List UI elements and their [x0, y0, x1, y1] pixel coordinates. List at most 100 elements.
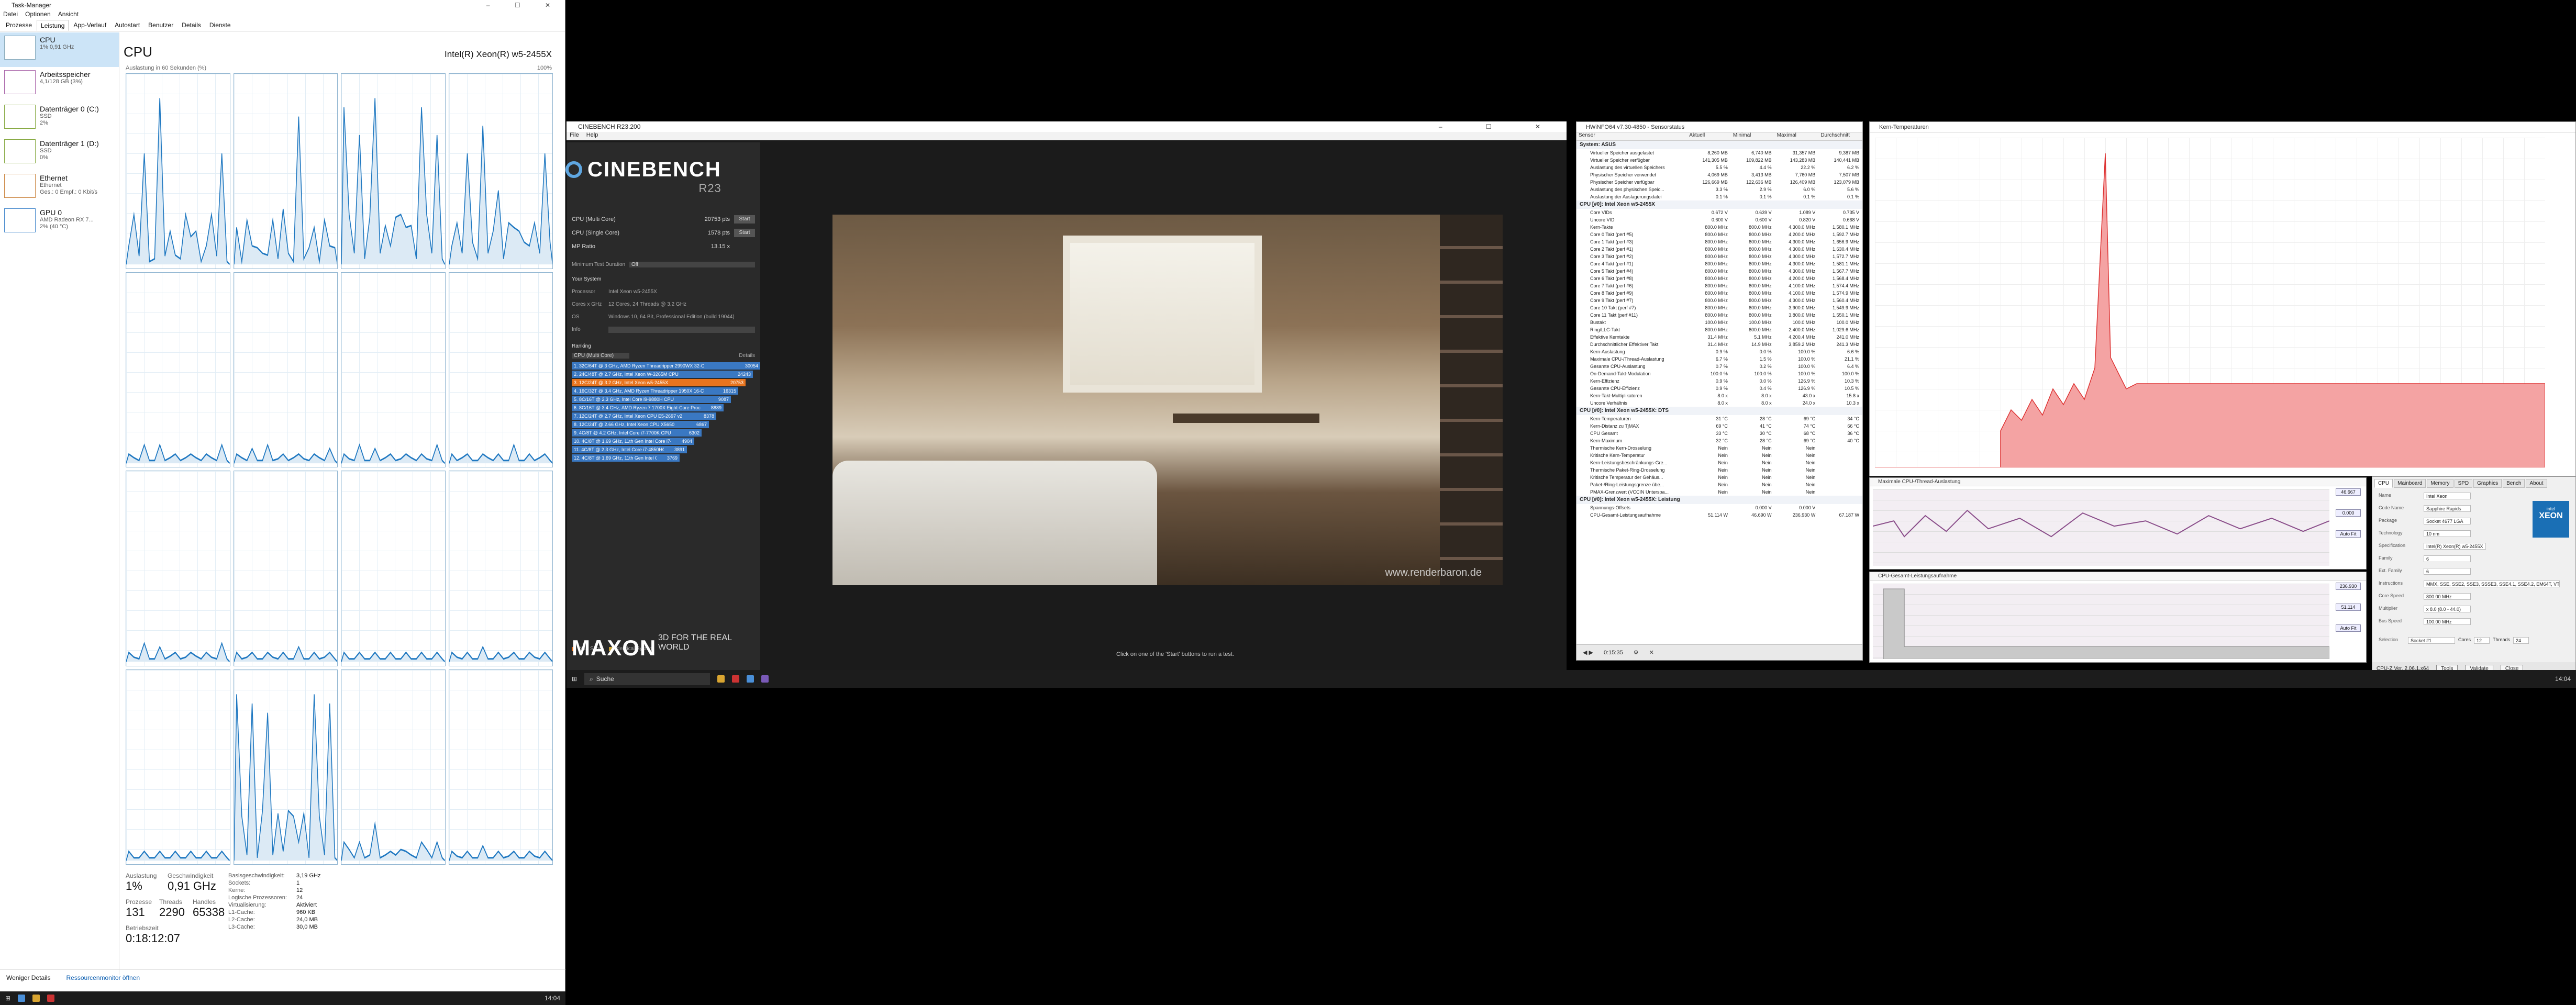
tab-spd[interactable]: SPD — [2454, 479, 2473, 488]
sensor-row[interactable]: Core 4 Takt (perf #1) 800.0 MHz 800.0 MHz 4… — [1576, 260, 1862, 267]
tab-autostart[interactable]: Autostart — [111, 20, 143, 31]
ranking-item[interactable]: 9. 4C/8T @ 4.2 GHz, Intel Core i7-7700K … — [572, 429, 702, 437]
app-icon[interactable] — [747, 675, 754, 683]
sensor-row[interactable]: Durchschnittlicher Effektiver Takt 31.4 M… — [1576, 341, 1862, 348]
start-icon[interactable]: ⊞ — [572, 675, 577, 683]
resource-monitor-link[interactable]: Ressourcenmonitor öffnen — [66, 974, 140, 981]
tab-prozesse[interactable]: Prozesse — [2, 20, 36, 31]
sensor-row[interactable]: CPU-Gesamt-Leistungsaufnahme 51.114 W 46.6… — [1576, 511, 1862, 519]
col-sensor[interactable]: Sensor — [1576, 132, 1687, 140]
sensor-row[interactable]: PMAX-Grenzwert (VCCIN Unterspa... Nein Nei… — [1576, 488, 1862, 496]
sensor-row[interactable]: Auslastung des physischen Speic... 3.3 % 2… — [1576, 186, 1862, 193]
resource-memory[interactable]: Arbeitsspeicher 4,1/128 GB (3%) — [0, 67, 119, 102]
sensor-row[interactable]: Physischer Speicher verwendet 4,069 MB 3,4… — [1576, 171, 1862, 178]
ranking-item[interactable]: 4. 16C/32T @ 3.4 GHz, AMD Ryzen Threadri… — [572, 387, 738, 395]
tab-graphics[interactable]: Graphics — [2473, 479, 2502, 488]
folder-icon[interactable] — [32, 995, 40, 1002]
sensor-row[interactable]: Core VIDs 0.672 V 0.639 V 1.089 V 0.735 V — [1576, 209, 1862, 216]
menu-ansicht[interactable]: Ansicht — [58, 10, 79, 20]
menu-file[interactable]: File — [570, 132, 579, 140]
search-box[interactable]: ⌕ Suche — [584, 673, 710, 685]
ranking-item[interactable]: 11. 4C/8T @ 2.3 GHz, Intel Core i7-4850H… — [572, 446, 687, 453]
sensor-row[interactable]: Gesamte CPU-Effizienz 0.9 % 0.4 % 126.9 % 10… — [1576, 385, 1862, 392]
ranking-item[interactable]: 2. 24C/48T @ 2.7 GHz, Intel Xeon W-3265M… — [572, 371, 753, 378]
sensor-group[interactable]: CPU [#0]: Intel Xeon w5-2455X: DTS — [1576, 407, 1862, 415]
less-details-link[interactable]: Weniger Details — [6, 974, 50, 981]
sensor-row[interactable]: Core 2 Takt (perf #1) 800.0 MHz 800.0 MHz 4… — [1576, 245, 1862, 253]
tab-cpu[interactable]: CPU — [2374, 479, 2393, 488]
sensor-row[interactable]: Kern-Takt-Multiplikatoren 8.0 x 8.0 x 43.0 … — [1576, 392, 1862, 399]
sensor-row[interactable]: Core 1 Takt (perf #3) 800.0 MHz 800.0 MHz 4… — [1576, 238, 1862, 245]
sensor-row[interactable]: Core 6 Takt (perf #8) 800.0 MHz 800.0 MHz 4… — [1576, 275, 1862, 282]
sensor-row[interactable]: Auslastung der Auslagerungsdatei 0.1 % 0.1… — [1576, 193, 1862, 200]
sensor-row[interactable]: Kritische Kern-Temperatur Nein Nein Nein — [1576, 452, 1862, 459]
settings-icon[interactable]: ⚙ — [1634, 649, 1639, 656]
nav-arrows-icon[interactable]: ◀ ▶ — [1583, 649, 1593, 656]
sensor-row[interactable]: Paket-/Ring-Leistungsgrenze übe... Nein Ne… — [1576, 481, 1862, 488]
sensor-row[interactable]: Uncore Verhältnis 8.0 x 8.0 x 24.0 x 10.3 x — [1576, 399, 1862, 407]
menu-datei[interactable]: Datei — [3, 10, 18, 20]
sensor-row[interactable]: Bustakt 100.0 MHz 100.0 MHz 100.0 MHz 100.0 … — [1576, 319, 1862, 326]
start-multi-button[interactable]: Start — [734, 215, 755, 224]
tab-leistung[interactable]: Leistung — [37, 20, 69, 31]
details-toggle[interactable]: Details — [739, 353, 755, 359]
window-controls[interactable]: – ☐ ✕ — [486, 0, 562, 10]
sensor-row[interactable]: Thermische Kern-Drosselung Nein Nein Nein — [1576, 444, 1862, 452]
sensor-row[interactable]: Kern-Effizienz 0.9 % 0.0 % 126.9 % 10.3 % — [1576, 377, 1862, 385]
sensor-row[interactable]: Core 5 Takt (perf #4) 800.0 MHz 800.0 MHz 4… — [1576, 267, 1862, 275]
sensor-row[interactable]: Maximale CPU-/Thread-Auslastung 6.7 % 1.5 … — [1576, 355, 1862, 363]
ranking-item[interactable]: 7. 12C/24T @ 2.7 GHz, Intel Xeon CPU E5-… — [572, 412, 716, 420]
ranking-select[interactable]: CPU (Multi Core) — [572, 353, 629, 359]
sensor-row[interactable]: Effektive Kerntakte 31.4 MHz 5.1 MHz 4,200.… — [1576, 333, 1862, 341]
tab-about[interactable]: About — [2526, 479, 2547, 488]
min-duration-select[interactable]: Off — [629, 262, 755, 267]
auto-fit-button[interactable]: Auto Fit — [2336, 530, 2361, 538]
resource-disk-1[interactable]: Datenträger 1 (D:) SSD 0% — [0, 136, 119, 171]
app-icon[interactable] — [18, 995, 26, 1002]
col-min[interactable]: Minimal — [1731, 132, 1775, 140]
sensor-row[interactable]: Uncore VID 0.600 V 0.600 V 0.820 V 0.668 V — [1576, 216, 1862, 224]
start-single-button[interactable]: Start — [734, 229, 755, 237]
sensor-row[interactable]: Auslastung des virtuellen Speichers 5.5 %… — [1576, 164, 1862, 171]
selection-dropdown[interactable]: Socket #1 — [2408, 637, 2455, 644]
resource-ethernet[interactable]: Ethernet Ethernet Ges.: 0 Empf.: 0 Kbit/… — [0, 171, 119, 205]
sensor-row[interactable]: Physischer Speicher verfügbar 126,669 MB 1… — [1576, 178, 1862, 186]
sensor-row[interactable]: Kritische Temperatur der Gehäus... Nein Ne… — [1576, 474, 1862, 481]
sensor-row[interactable]: Core 7 Takt (perf #6) 800.0 MHz 800.0 MHz 4… — [1576, 282, 1862, 289]
ranking-item[interactable]: 6. 8C/16T @ 3.4 GHz, AMD Ryzen 7 1700X E… — [572, 404, 724, 411]
tab-app-verlauf[interactable]: App-Verlauf — [70, 20, 110, 31]
ranking-item[interactable]: 5. 8C/16T @ 2.3 GHz, Intel Core i9-9880H… — [572, 396, 731, 403]
resource-cpu[interactable]: CPU 1% 0,91 GHz — [0, 32, 119, 67]
window-controls[interactable]: – ☐ ✕ — [1439, 121, 1561, 132]
sensor-row[interactable]: On-Demand-Takt-Modulation 100.0 % 100.0 % 1… — [1576, 370, 1862, 377]
info-field[interactable] — [608, 327, 755, 333]
sensor-row[interactable]: Core 10 Takt (perf #7) 800.0 MHz 800.0 MHz… — [1576, 304, 1862, 311]
ranking-item[interactable]: 12. 4C/8T @ 1.69 GHz, 11th Gen Intel Cor… — [572, 454, 680, 462]
sensor-row[interactable]: Kern-Takte 800.0 MHz 800.0 MHz 4,300.0 MHz 1… — [1576, 224, 1862, 231]
ranking-item[interactable]: 3. 12C/24T @ 3.2 GHz, Intel Xeon w5-2455… — [572, 379, 746, 386]
sensor-group[interactable]: CPU [#0]: Intel Xeon w5-2455X — [1576, 200, 1862, 209]
sensor-row[interactable]: CPU Gesamt 33 °C 30 °C 68 °C 36 °C — [1576, 430, 1862, 437]
ranking-item[interactable]: 8. 12C/24T @ 2.66 GHz, Intel Xeon CPU X5… — [572, 421, 709, 428]
tab-bench[interactable]: Bench — [2503, 479, 2525, 488]
tab-benutzer[interactable]: Benutzer — [145, 20, 177, 31]
sensor-row[interactable]: Kern-Auslastung 0.9 % 0.0 % 100.0 % 6.6 % — [1576, 348, 1862, 355]
sensor-row[interactable]: Core 0 Takt (perf #5) 800.0 MHz 800.0 MHz 4… — [1576, 231, 1862, 238]
app-icon[interactable] — [761, 675, 769, 683]
sensor-row[interactable]: Virtueller Speicher verfügbar 141,305 MB 1… — [1576, 157, 1862, 164]
tab-details[interactable]: Details — [178, 20, 205, 31]
sensor-row[interactable]: Kern-Distanz zu TjMAX 69 °C 41 °C 74 °C 66 °… — [1576, 422, 1862, 430]
sensor-row[interactable]: Kern-Temperaturen 31 °C 28 °C 69 °C 34 °C — [1576, 415, 1862, 422]
start-icon[interactable]: ⊞ — [5, 995, 10, 1002]
sensor-row[interactable]: Kern-Maximum 32 °C 28 °C 69 °C 40 °C — [1576, 437, 1862, 444]
close-icon[interactable]: ✕ — [1649, 649, 1654, 656]
sensor-row[interactable]: Core 3 Takt (perf #2) 800.0 MHz 800.0 MHz 4… — [1576, 253, 1862, 260]
menu-optionen[interactable]: Optionen — [25, 10, 51, 20]
tab-mainboard[interactable]: Mainboard — [2394, 479, 2426, 488]
sensor-row[interactable]: Core 11 Takt (perf #11) 800.0 MHz 800.0 MH… — [1576, 311, 1862, 319]
resource-gpu[interactable]: GPU 0 AMD Radeon RX 7... 2% (40 °C) — [0, 205, 119, 240]
resource-disk-0[interactable]: Datenträger 0 (C:) SSD 2% — [0, 102, 119, 136]
app-icon[interactable] — [732, 675, 740, 683]
col-current[interactable]: Aktuell — [1687, 132, 1731, 140]
tab-memory[interactable]: Memory — [2427, 479, 2453, 488]
